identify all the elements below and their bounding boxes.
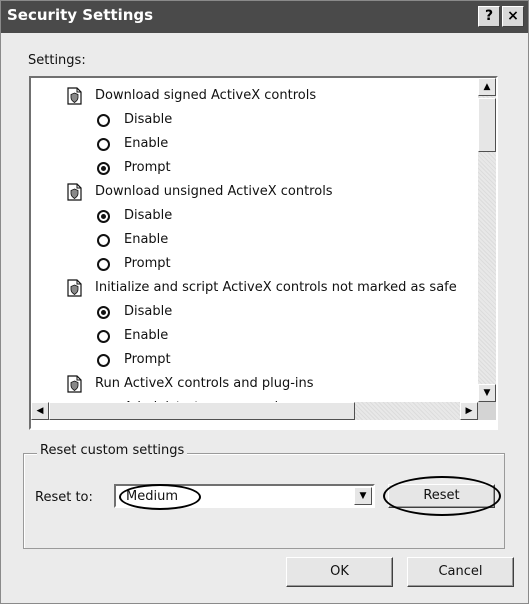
radio-option-label: Enable — [124, 232, 169, 247]
highlight-oval-medium — [119, 484, 201, 510]
radio-button[interactable] — [97, 138, 110, 151]
radio-option[interactable]: Prompt — [31, 252, 478, 276]
scroll-left-button[interactable]: ◀ — [31, 402, 49, 420]
vertical-scroll-thumb[interactable] — [478, 98, 496, 152]
policy-page-icon — [67, 279, 82, 297]
radio-option[interactable]: Disable — [31, 204, 478, 228]
scroll-right-button[interactable]: ▶ — [460, 402, 478, 420]
radio-option-label: Disable — [124, 208, 173, 223]
policy-label: Download unsigned ActiveX controls — [95, 184, 333, 199]
radio-option-label: Prompt — [124, 160, 171, 175]
settings-label: Settings: — [28, 53, 86, 68]
settings-listbox[interactable]: Download signed ActiveX controls Disable E… — [29, 76, 498, 430]
policy-label: Initialize and script ActiveX controls n… — [95, 280, 457, 295]
ok-button[interactable]: OK — [286, 557, 393, 587]
security-settings-dialog: Security Settings ? × Settings: Download… — [0, 0, 529, 604]
scrollbar-corner — [478, 402, 496, 420]
radio-button[interactable] — [97, 234, 110, 247]
radio-option-label: Prompt — [124, 256, 171, 271]
radio-option[interactable]: Disable — [31, 300, 478, 324]
title-bar[interactable]: Security Settings ? × — [1, 1, 528, 33]
horizontal-scroll-thumb[interactable] — [49, 402, 355, 420]
policy-page-icon — [67, 87, 82, 105]
radio-option-label: Disable — [124, 112, 173, 127]
scroll-down-button[interactable]: ▼ — [478, 384, 496, 402]
radio-option[interactable]: Disable — [31, 108, 478, 132]
vertical-scrollbar[interactable]: ▲ ▼ — [478, 78, 496, 402]
radio-button[interactable] — [97, 258, 110, 271]
chevron-down-icon[interactable]: ▼ — [354, 487, 372, 505]
radio-option[interactable]: Enable — [31, 324, 478, 348]
dialog-title: Security Settings — [7, 6, 154, 24]
policy-item: Download signed ActiveX controls — [31, 84, 478, 108]
cancel-button[interactable]: Cancel — [407, 557, 514, 587]
radio-button[interactable] — [97, 114, 110, 127]
scroll-up-button[interactable]: ▲ — [478, 78, 496, 96]
radio-button[interactable] — [97, 210, 110, 223]
radio-option[interactable]: Enable — [31, 228, 478, 252]
reset-level-dropdown[interactable]: Medium ▼ — [114, 484, 375, 510]
radio-option-label: Disable — [124, 304, 173, 319]
help-button[interactable]: ? — [478, 6, 500, 27]
policy-page-icon — [67, 183, 82, 201]
radio-button[interactable] — [97, 354, 110, 367]
close-button[interactable]: × — [502, 6, 524, 27]
policy-page-icon — [67, 375, 82, 393]
policy-label: Download signed ActiveX controls — [95, 88, 317, 103]
reset-to-label: Reset to: — [35, 490, 93, 505]
settings-list-content: Download signed ActiveX controls Disable E… — [31, 78, 478, 402]
radio-option[interactable]: Enable — [31, 132, 478, 156]
radio-button[interactable] — [97, 162, 110, 175]
policy-label: Run ActiveX controls and plug-ins — [95, 376, 314, 391]
radio-option-label: Prompt — [124, 352, 171, 367]
reset-group-title: Reset custom settings — [37, 443, 188, 458]
highlight-oval-reset — [383, 476, 501, 516]
policy-item: Initialize and script ActiveX controls n… — [31, 276, 478, 300]
horizontal-scrollbar[interactable]: ◀ ▶ — [31, 402, 478, 420]
radio-button[interactable] — [97, 330, 110, 343]
radio-option-label: Enable — [124, 328, 169, 343]
radio-option[interactable]: Prompt — [31, 348, 478, 372]
radio-option-label: Enable — [124, 136, 169, 151]
radio-option[interactable]: Prompt — [31, 156, 478, 180]
radio-button[interactable] — [97, 306, 110, 319]
policy-item: Download unsigned ActiveX controls — [31, 180, 478, 204]
policy-item: Run ActiveX controls and plug-ins — [31, 372, 478, 396]
